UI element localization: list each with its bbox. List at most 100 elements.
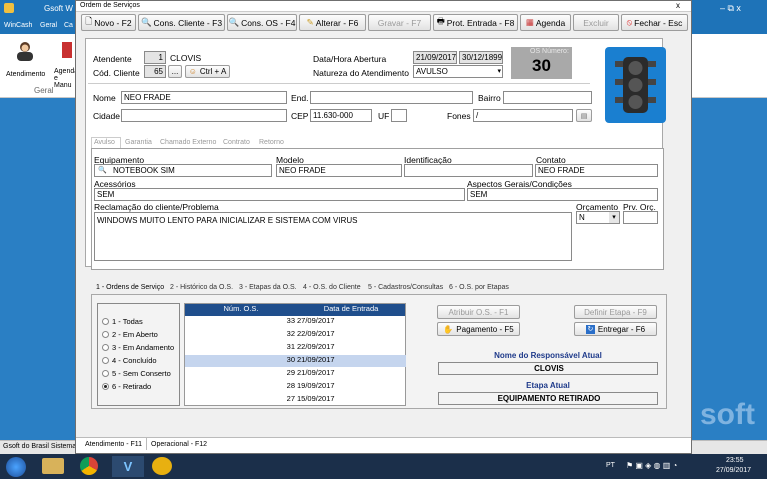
- alterar-button[interactable]: ✎ Alterar - F6: [299, 14, 366, 31]
- chevron-down-icon: ▾: [609, 212, 619, 223]
- tray-language[interactable]: PT: [606, 462, 615, 469]
- ribbon-atendimento[interactable]: Atendimento: [6, 71, 45, 78]
- end-field[interactable]: [310, 91, 473, 104]
- window-titlebar: Ordem de Serviços x: [76, 1, 691, 12]
- pagamento-button[interactable]: ✋ Pagamento - F5: [437, 322, 520, 336]
- col-num-os[interactable]: Núm. O.S.: [185, 304, 297, 316]
- orcamento-select[interactable]: N ▾: [576, 211, 620, 224]
- tray-icons[interactable]: ⚑ ▣ ◈ ◍ ▥ ◔: [626, 461, 677, 470]
- nome-field[interactable]: NEO FRADE: [121, 91, 287, 104]
- cell-num-os: 33: [286, 316, 295, 325]
- natureza-select[interactable]: AVULSO ▾: [413, 65, 503, 78]
- tab-contrato[interactable]: Contrato: [223, 139, 250, 146]
- cidade-field[interactable]: [121, 109, 287, 122]
- hora-abertura-field[interactable]: 30/12/1899: [459, 51, 503, 64]
- table-row[interactable]: 33 27/09/2017: [185, 316, 406, 328]
- attendant-icon[interactable]: [14, 40, 36, 62]
- tab-chamado-externo[interactable]: Chamado Externo: [160, 139, 216, 146]
- window-controls[interactable]: – ⧉ x: [720, 3, 741, 14]
- tab-atendimento[interactable]: Atendimento - F11: [85, 441, 142, 448]
- prot-entrada-button[interactable]: 🖶 Prot. Entrada - F8: [433, 14, 518, 31]
- equipamento-field[interactable]: 🔍 NOTEBOOK SIM: [94, 164, 272, 177]
- table-row[interactable]: 28 19/09/2017: [185, 381, 406, 393]
- contato-field[interactable]: NEO FRADE: [535, 164, 658, 177]
- uf-field[interactable]: [391, 109, 407, 122]
- gravar-button[interactable]: Gravar - F7: [368, 14, 431, 31]
- app-taskbar-icon[interactable]: [152, 457, 172, 475]
- cep-field[interactable]: 11.630-000: [310, 109, 372, 122]
- entregar-button[interactable]: ↻ Entregar - F6: [574, 322, 657, 336]
- tab-ordens-servico[interactable]: 1 - Ordens de Serviço: [96, 284, 164, 291]
- atribuir-button[interactable]: Atribuir O.S. - F1: [437, 305, 520, 319]
- tab-historico[interactable]: 2 - Histórico da O.S.: [170, 284, 233, 291]
- os-numero-box: OS Número: 30: [511, 47, 572, 79]
- cons-cliente-button[interactable]: 🔍 Cons. Cliente - F3: [138, 14, 225, 31]
- tab-garantia[interactable]: Garantia: [125, 139, 152, 146]
- menu-ca[interactable]: Ca: [64, 22, 73, 29]
- ctrl-a-button[interactable]: ☺ Ctrl + A: [185, 65, 230, 78]
- ellipsis-button[interactable]: ...: [168, 65, 182, 78]
- ribbon-agenda[interactable]: Agenda e Manu: [54, 68, 78, 89]
- filter-concluido[interactable]: 4 - Concluído: [102, 356, 157, 365]
- identificacao-field[interactable]: [404, 164, 533, 177]
- table-row[interactable]: 31 22/09/2017: [185, 342, 406, 354]
- filter-em-aberto[interactable]: 2 - Em Aberto: [102, 330, 158, 339]
- definir-etapa-button[interactable]: Definir Etapa - F9: [574, 305, 657, 319]
- excluir-button[interactable]: Excluir: [573, 14, 619, 31]
- table-row[interactable]: 32 22/09/2017: [185, 329, 406, 341]
- explorer-icon[interactable]: [42, 458, 64, 474]
- acessorios-field[interactable]: SEM: [94, 188, 465, 201]
- tab-os-cliente[interactable]: 4 - O.S. do Cliente: [303, 284, 361, 291]
- novo-button[interactable]: 🗋 Novo - F2: [81, 14, 136, 31]
- fones-field[interactable]: /: [473, 109, 573, 122]
- tray-date[interactable]: 27/09/2017: [716, 467, 751, 474]
- nome-label: Nome: [93, 93, 116, 103]
- tab-etapas[interactable]: 3 - Etapas da O.S.: [239, 284, 297, 291]
- agenda-button[interactable]: ▦ Agenda: [520, 14, 571, 31]
- phone-book-button[interactable]: ▤: [576, 109, 592, 122]
- table-row[interactable]: 30 21/09/2017: [185, 355, 406, 367]
- filter-todas[interactable]: 1 - Todas: [102, 317, 143, 326]
- bairro-field[interactable]: [503, 91, 592, 104]
- cons-os-button[interactable]: 🔍 Cons. OS - F4: [227, 14, 297, 31]
- tab-cadastros[interactable]: 5 - Cadastros/Consultas: [368, 284, 443, 291]
- cell-num-os: 30: [286, 355, 295, 364]
- cod-cliente-field[interactable]: 65: [144, 65, 166, 78]
- chevron-down-icon: ▾: [497, 68, 501, 75]
- filter-sem-conserto[interactable]: 5 - Sem Conserto: [102, 369, 171, 378]
- fechar-button[interactable]: ⦸ Fechar - Esc: [621, 14, 688, 31]
- gsoft-taskbar-icon[interactable]: V: [112, 456, 144, 477]
- tab-operacional[interactable]: Operacional - F12: [151, 441, 207, 448]
- hand-money-icon: ✋: [443, 324, 454, 334]
- cod-cliente-label: Cód. Cliente: [93, 68, 140, 78]
- new-doc-icon: 🗋: [85, 15, 93, 26]
- cell-num-os: 32: [286, 329, 295, 338]
- filter-em-andamento[interactable]: 3 - Em Andamento: [102, 343, 174, 352]
- responsavel-field: CLOVIS: [438, 362, 658, 375]
- tab-avulso[interactable]: Avulso: [94, 139, 115, 146]
- window-close-button[interactable]: x: [676, 1, 680, 10]
- reclamacao-textarea[interactable]: WINDOWS MUITO LENTO PARA INICIALIZAR E S…: [94, 212, 572, 261]
- chrome-icon[interactable]: [80, 457, 98, 475]
- search-icon: 🔍: [98, 167, 107, 174]
- start-button[interactable]: [6, 457, 26, 477]
- window-title: Ordem de Serviços: [80, 2, 140, 9]
- table-row[interactable]: 29 21/09/2017: [185, 368, 406, 380]
- prv-orc-field[interactable]: [623, 211, 658, 224]
- col-data-entrada[interactable]: Data de Entrada: [297, 304, 405, 316]
- data-abertura-field[interactable]: 21/09/2017: [413, 51, 457, 64]
- tab-retorno[interactable]: Retorno: [259, 139, 284, 146]
- tab-os-etapas[interactable]: 6 - O.S. por Etapas: [449, 284, 509, 291]
- menu-geral[interactable]: Geral: [40, 22, 57, 29]
- atendente-code-field[interactable]: 1: [144, 51, 166, 64]
- modelo-field[interactable]: NEO FRADE: [276, 164, 402, 177]
- etapa-label: Etapa Atual: [526, 381, 570, 390]
- cell-num-os: 29: [286, 368, 295, 377]
- aspectos-field[interactable]: SEM: [467, 188, 658, 201]
- table-row[interactable]: 27 15/09/2017: [185, 394, 406, 406]
- filter-retirado[interactable]: 6 - Retirado: [102, 382, 151, 391]
- cell-num-os: 28: [286, 381, 295, 390]
- tray-time[interactable]: 23:55: [726, 457, 744, 464]
- menu-wincash[interactable]: WinCash: [4, 22, 32, 29]
- cell-data-entrada: 19/09/2017: [297, 381, 335, 390]
